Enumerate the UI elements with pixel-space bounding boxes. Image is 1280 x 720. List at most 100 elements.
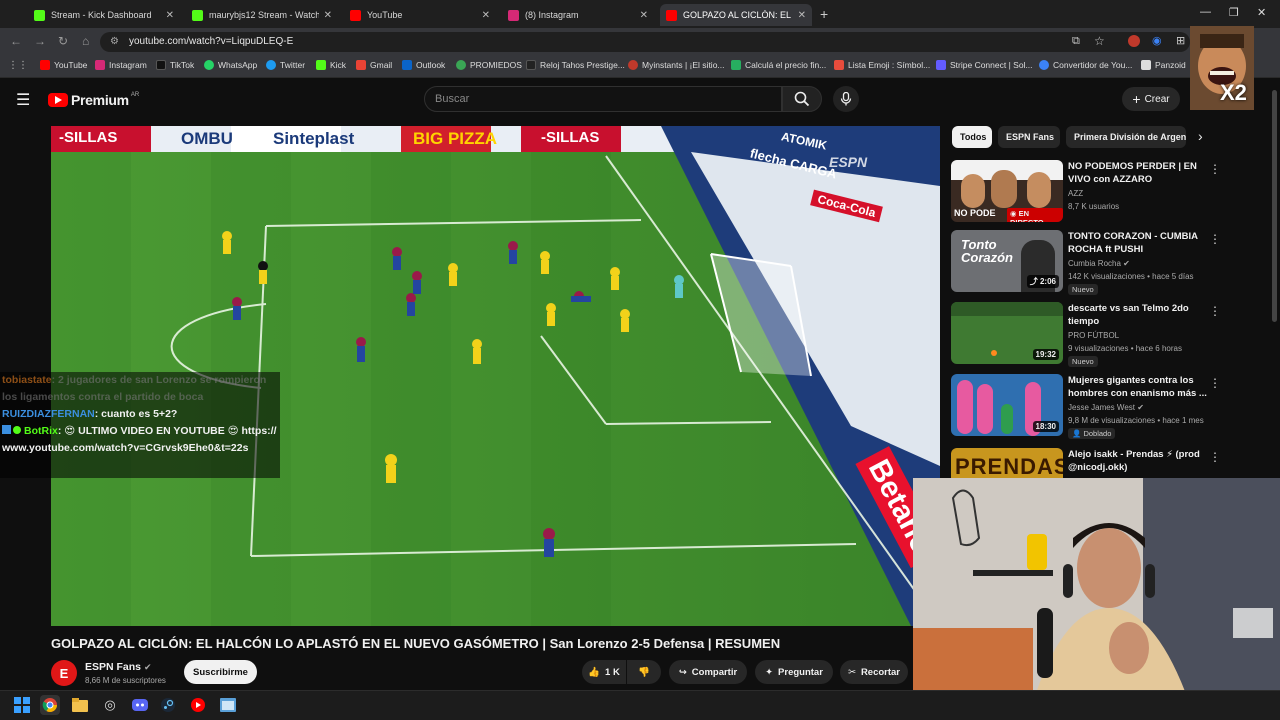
bookmark-gmail[interactable]: Gmail [356, 60, 392, 70]
chrome-icon[interactable] [40, 695, 60, 715]
recommendation-item[interactable]: 19:32 descarte vs san Telmo 2do tiempo P… [951, 302, 1271, 367]
bookmark-instagram[interactable]: Instagram [95, 60, 147, 70]
chip-espn-fans[interactable]: ESPN Fans [998, 126, 1060, 148]
bookmark-myinstants[interactable]: Myinstants | ¡El sitio... [628, 60, 725, 70]
bookmark-kick[interactable]: Kick [316, 60, 346, 70]
recommendation-title[interactable]: TONTO CORAZON - CUMBIA ROCHA ft PUSHI [1068, 230, 1208, 256]
minimize-button[interactable]: — [1200, 6, 1211, 18]
recommendation-item[interactable]: NO PODE ◉ EN DIRECTO NO PODEMOS PERDER |… [951, 160, 1271, 224]
voice-search-button[interactable] [833, 86, 859, 112]
converter-icon [1039, 60, 1049, 70]
bookmark-calcula[interactable]: Calculá el precio fin... [731, 60, 826, 70]
bookmark-emoji[interactable]: Lista Emoji : Símbol... [834, 60, 930, 70]
video-thumbnail[interactable]: 19:32 [951, 302, 1063, 364]
channel-name[interactable]: ESPN Fans ✔ [85, 661, 152, 673]
chip-todos[interactable]: Todos [952, 126, 992, 148]
bookmark-promiedos[interactable]: PROMIEDOS [456, 60, 522, 70]
bookmark-star-icon[interactable]: ☆ [1094, 34, 1105, 48]
home-icon[interactable]: ⌂ [82, 34, 89, 48]
clip-button[interactable]: ✂ Recortar [840, 660, 908, 684]
bookmark-stripe[interactable]: Stripe Connect | Sol... [936, 60, 1033, 70]
bookmark-outlook[interactable]: Outlook [402, 60, 445, 70]
tab-golpazo-active[interactable]: GOLPAZO AL CICLÓN: EL H ✕ [660, 4, 812, 26]
more-options-icon[interactable]: ⋮ [1209, 232, 1221, 246]
recommendation-item[interactable]: Tonto Corazón ⤴ 2:06 TONTO CORAZON - CUM… [951, 230, 1271, 295]
search-box[interactable] [424, 86, 782, 112]
video-thumbnail[interactable]: NO PODE ◉ EN DIRECTO [951, 160, 1063, 222]
duration-label: ⤴ 2:06 [1026, 275, 1059, 288]
obs-icon[interactable]: ◎ [100, 695, 120, 715]
steam-icon[interactable] [158, 695, 178, 715]
reload-icon[interactable]: ↻ [58, 34, 68, 48]
dislike-button[interactable]: 👎 [627, 660, 661, 684]
video-thumbnail[interactable]: 18:30 [951, 374, 1063, 436]
close-icon[interactable]: ✕ [798, 10, 806, 21]
close-icon[interactable]: ✕ [324, 10, 332, 21]
chat-message: BotRix: 😍 ULTIMO VIDEO EN YOUTUBE 😍 http… [2, 423, 280, 457]
apps-grid-icon[interactable]: ⋮⋮ [8, 60, 28, 71]
more-options-icon[interactable]: ⋮ [1209, 162, 1221, 176]
bookmark-youtube[interactable]: YouTube [40, 60, 87, 70]
recommendation-title[interactable]: Mujeres gigantes contra los hombres con … [1068, 374, 1208, 400]
whatsapp-icon [204, 60, 214, 70]
tab-kick-stream[interactable]: maurybjs12 Stream - Watch Live✕ [186, 4, 338, 26]
bookmark-twitter[interactable]: Twitter [266, 60, 305, 70]
search-button[interactable] [782, 86, 822, 112]
ad-board-sillas: -SILLAS [59, 129, 118, 146]
create-button[interactable]: + Crear [1122, 87, 1180, 111]
extension-wave-icon[interactable]: ◉ [1152, 34, 1162, 47]
extensions-puzzle-icon[interactable]: ⊞ [1176, 34, 1185, 47]
ask-button[interactable]: ✦ Preguntar [755, 660, 833, 684]
recommendation-channel: Cumbia Rocha ✔ [1068, 259, 1130, 268]
recommendation-title[interactable]: Alejo isakk - Prendas ⚡ (prod @nicodj.ok… [1068, 448, 1208, 474]
more-options-icon[interactable]: ⋮ [1209, 376, 1221, 390]
more-options-icon[interactable]: ⋮ [1209, 304, 1221, 318]
close-icon[interactable]: ✕ [166, 10, 174, 21]
chip-primera-division[interactable]: Primera División de Argen [1066, 126, 1186, 148]
extension-icon[interactable] [1128, 35, 1140, 47]
new-tab-button[interactable]: + [820, 6, 828, 22]
recommendation-title[interactable]: descarte vs san Telmo 2do tiempo [1068, 302, 1208, 328]
bookmark-convertidor[interactable]: Convertidor de You... [1039, 60, 1132, 70]
duration-label: 18:30 [1032, 421, 1059, 432]
close-icon[interactable]: ✕ [640, 10, 648, 21]
menu-hamburger-icon[interactable]: ☰ [16, 90, 30, 110]
page-scrollbar[interactable] [1272, 90, 1277, 322]
site-info-icon[interactable]: ⚙ [110, 36, 119, 47]
bookmark-panzoid[interactable]: Panzoid [1141, 60, 1186, 70]
app-window-icon[interactable] [218, 695, 238, 715]
youtube-premium-logo[interactable]: Premium AR [48, 92, 139, 108]
like-button[interactable]: 👍 1 K [582, 660, 626, 684]
install-icon[interactable]: ⧉ [1072, 35, 1080, 48]
recommendation-title[interactable]: NO PODEMOS PERDER | EN VIVO con AZZARO [1068, 160, 1208, 186]
channel-avatar[interactable]: E [51, 660, 77, 686]
youtube-app-icon[interactable] [188, 695, 208, 715]
bookmark-tiktok[interactable]: TikTok [156, 60, 194, 70]
chevron-right-icon[interactable]: › [1198, 128, 1203, 144]
youtube-play-icon [48, 93, 68, 107]
share-button[interactable]: ↪ Compartir [669, 660, 747, 684]
tab-kick-dashboard[interactable]: Stream - Kick Dashboard ✕ [28, 4, 180, 26]
close-window-button[interactable]: ✕ [1257, 6, 1266, 19]
forward-icon[interactable]: → [34, 34, 46, 48]
subscriber-count: 8,66 M de suscriptores [85, 676, 166, 685]
recommendation-item[interactable]: 18:30 Mujeres gigantes contra los hombre… [951, 374, 1271, 439]
tab-youtube[interactable]: YouTube ✕ [344, 4, 496, 26]
bookmark-reloj[interactable]: Reloj Tahos Prestige... [526, 60, 625, 70]
video-thumbnail[interactable]: Tonto Corazón ⤴ 2:06 [951, 230, 1063, 292]
url-text[interactable]: youtube.com/watch?v=LiqpuDLEQ-E [129, 36, 293, 47]
subscribe-button[interactable]: Suscribirme [184, 660, 257, 684]
maximize-button[interactable]: ❐ [1229, 6, 1239, 19]
duration-label: 19:32 [1032, 349, 1059, 360]
tab-instagram[interactable]: (8) Instagram ✕ [502, 4, 654, 26]
tiktok-icon [156, 60, 166, 70]
file-explorer-icon[interactable] [70, 695, 90, 715]
thumbs-down-icon: 👎 [638, 666, 650, 678]
discord-icon[interactable] [130, 695, 150, 715]
search-input[interactable] [435, 93, 765, 105]
windows-start-icon[interactable] [12, 695, 32, 715]
more-options-icon[interactable]: ⋮ [1209, 450, 1221, 464]
close-icon[interactable]: ✕ [482, 10, 490, 21]
back-icon[interactable]: ← [10, 34, 22, 48]
bookmark-whatsapp[interactable]: WhatsApp [204, 60, 257, 70]
